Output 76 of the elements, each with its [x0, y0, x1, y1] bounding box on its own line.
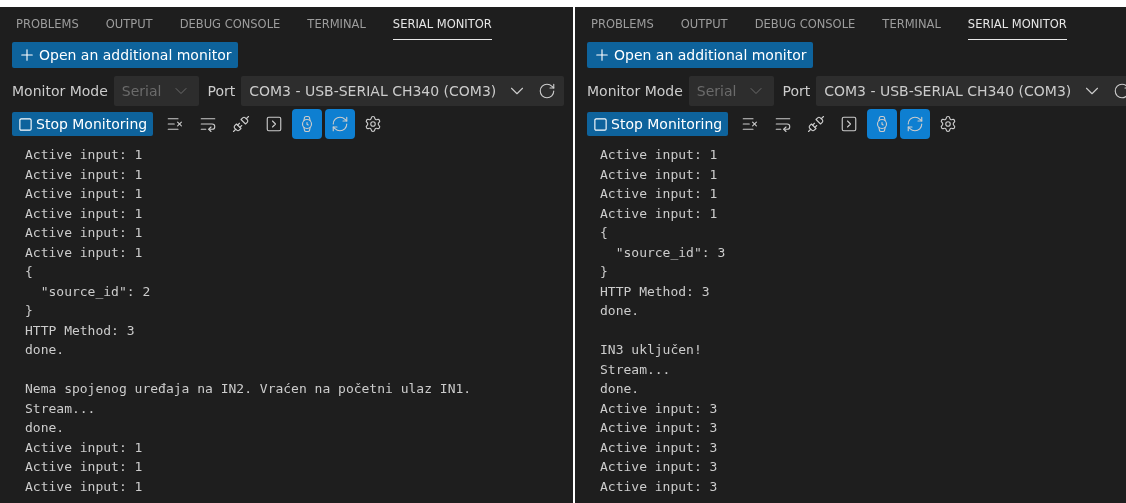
stop-monitoring-button[interactable]: Stop Monitoring — [587, 112, 729, 136]
output-line: done. — [25, 341, 66, 359]
output-line: done. — [600, 302, 641, 320]
plus-icon — [18, 46, 36, 64]
clear-list-icon — [166, 115, 185, 133]
output-line: Active input: 3 — [600, 458, 719, 476]
output-line: Active input: 1 — [600, 185, 719, 203]
output-line: HTTP Method: 3 — [25, 321, 136, 340]
refresh-icon[interactable] — [1113, 82, 1126, 100]
output-line: Active input: 1 — [25, 438, 144, 457]
panel-tab[interactable]: SERIAL MONITOR — [392, 17, 492, 40]
wrap-text-icon — [774, 115, 793, 133]
panel-tab[interactable]: DEBUG CONSOLE — [179, 17, 281, 40]
output-line: Active input: 1 — [25, 458, 144, 476]
panel-tab[interactable]: PROBLEMS — [16, 17, 79, 40]
panel-tab[interactable]: DEBUG CONSOLE — [754, 17, 856, 40]
panel-tab[interactable]: PROBLEMS — [591, 17, 654, 40]
unplug-icon — [232, 115, 251, 133]
output-line: } — [25, 302, 34, 320]
refresh-icon — [331, 115, 350, 133]
autoscroll-toggle[interactable] — [325, 109, 356, 139]
port-label: Port — [782, 83, 811, 99]
output-line: Active input: 1 — [25, 185, 144, 203]
output-line: } — [600, 263, 609, 281]
open-monitor-button[interactable]: Open an additional monitor — [587, 42, 813, 68]
panel-tab[interactable]: TERMINAL — [882, 17, 941, 40]
stop-monitoring-button[interactable]: Stop Monitoring — [12, 112, 154, 136]
refresh-icon[interactable] — [538, 82, 557, 100]
terminal-icon — [840, 115, 859, 133]
unplug-icon — [807, 115, 826, 133]
output-line: Active input: 1 — [600, 204, 719, 223]
output-line: Active input: 1 — [25, 146, 144, 164]
output-line: Active input: 1 — [25, 204, 144, 223]
output-line: "source_id": 2 — [39, 282, 152, 301]
output-line: Active input: 3 — [600, 399, 719, 418]
output-line: Stream... — [600, 360, 672, 379]
output-line: Active input: 3 — [600, 477, 719, 496]
panel-tab[interactable]: TERMINAL — [307, 17, 366, 40]
panel-tab[interactable]: OUTPUT — [680, 17, 728, 40]
square-icon — [18, 116, 33, 132]
port-label: Port — [207, 83, 236, 99]
port-dropdown[interactable]: COM3 - USB-SERIAL CH340 (COM3) — [816, 76, 1126, 106]
output-line: Active input: 1 — [600, 165, 719, 184]
output-line: { — [25, 263, 34, 281]
output-line: Active input: 1 — [25, 165, 144, 184]
output-line: "source_id": 3 — [614, 243, 727, 262]
panel-tab[interactable]: OUTPUT — [105, 17, 153, 40]
plus-icon — [593, 46, 611, 64]
output-line: IN3 uključen! — [600, 341, 703, 359]
wrap-text-icon — [199, 115, 218, 133]
timestamp-toggle[interactable] — [867, 109, 898, 139]
output-line: Active input: 1 — [25, 224, 144, 242]
output-line: done. — [600, 380, 641, 398]
panel-tab[interactable]: SERIAL MONITOR — [967, 17, 1067, 40]
output-line: Active input: 3 — [600, 438, 719, 457]
output-line: HTTP Method: 3 — [600, 282, 711, 301]
output-line: Active input: 3 — [600, 419, 719, 437]
clear-list-icon — [741, 115, 760, 133]
autoscroll-toggle[interactable] — [900, 109, 931, 139]
open-monitor-button[interactable]: Open an additional monitor — [12, 42, 238, 68]
output-line: Active input: 1 — [600, 146, 719, 164]
output-line: { — [600, 224, 609, 242]
settings-icon — [364, 115, 383, 133]
port-dropdown[interactable]: COM3 - USB-SERIAL CH340 (COM3) — [241, 76, 565, 106]
timestamp-toggle[interactable] — [292, 109, 323, 139]
output-line: done. — [25, 419, 66, 437]
settings-icon — [939, 115, 958, 133]
terminal-icon — [265, 115, 284, 133]
monitor-mode-label: Monitor Mode — [12, 83, 108, 99]
output-line: Nema spojenog uređaja na IN2. Vraćen na početni ulaz IN1. — [25, 380, 473, 398]
square-icon — [593, 116, 608, 132]
monitor-mode-label: Monitor Mode — [587, 83, 683, 99]
output-line: Stream... — [25, 399, 97, 418]
refresh-icon — [906, 115, 925, 133]
output-line: Active input: 1 — [25, 477, 144, 496]
output-line: Active input: 1 — [25, 243, 144, 262]
